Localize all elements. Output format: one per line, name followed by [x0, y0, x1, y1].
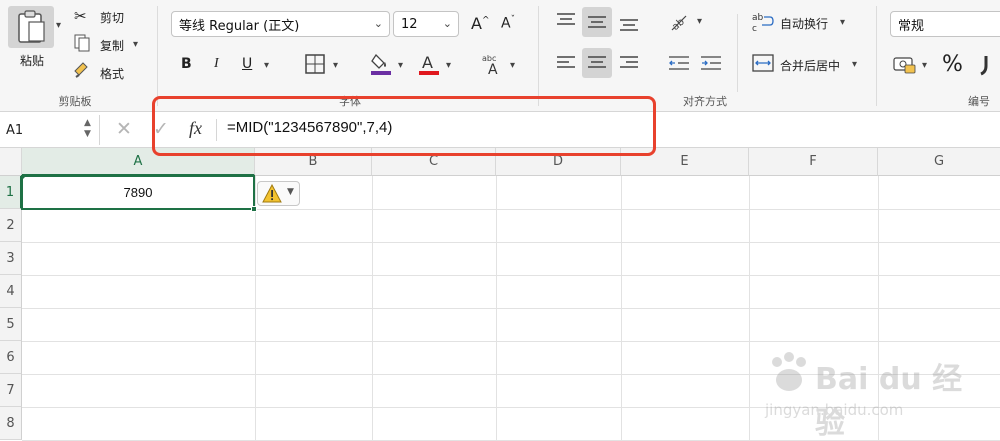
name-box[interactable]: A1 ▲ ▼ — [0, 115, 100, 145]
name-box-stepper-icon[interactable]: ▲ ▼ — [84, 118, 91, 140]
svg-text:A: A — [422, 53, 433, 72]
formula-highlight-box — [152, 96, 656, 156]
format-painter-icon — [74, 62, 88, 78]
number-format-select[interactable]: 常规 — [890, 11, 1000, 37]
align-bottom-icon[interactable] — [619, 16, 639, 32]
merge-dropdown-icon[interactable]: ▾ — [852, 59, 857, 70]
wrap-text-icon: ab c — [752, 13, 774, 32]
row-header-3[interactable]: 3 — [0, 242, 22, 275]
font-name-select[interactable]: 等线 Regular (正文) ⌄ — [171, 11, 390, 37]
borders-dropdown-icon[interactable]: ▾ — [333, 60, 338, 71]
name-box-value: A1 — [6, 123, 24, 138]
cut-button[interactable]: 剪切 — [100, 9, 124, 26]
align-center-button[interactable] — [582, 48, 612, 78]
decrease-font-icon[interactable]: Aˇ — [501, 15, 515, 32]
corner-select-all[interactable] — [0, 148, 22, 176]
scissors-icon: ✂ — [74, 7, 87, 25]
watermark-url: jingyan.baidu.com — [765, 401, 904, 419]
paste-button[interactable] — [8, 6, 54, 48]
align-middle-button[interactable] — [582, 7, 612, 37]
svg-text:c: c — [752, 24, 757, 32]
italic-button[interactable]: I — [214, 56, 219, 72]
warning-icon — [262, 184, 282, 203]
error-check-button[interactable]: ▼ — [257, 181, 300, 206]
wrap-text-button[interactable]: 自动换行 — [780, 15, 828, 32]
paste-dropdown-icon[interactable]: ▾ — [56, 20, 61, 31]
chevron-down-icon: ▼ — [287, 187, 294, 197]
underline-button[interactable]: U — [242, 56, 252, 72]
fill-handle[interactable] — [251, 206, 257, 212]
copy-icon — [74, 34, 90, 52]
number-group-label: 编号 — [968, 95, 990, 108]
number-format-value: 常规 — [898, 18, 925, 34]
row-header-7[interactable]: 7 — [0, 374, 22, 407]
error-indicator-icon — [21, 175, 27, 181]
font-color-dropdown-icon[interactable]: ▾ — [446, 60, 451, 71]
row-header-2[interactable]: 2 — [0, 209, 22, 242]
font-color-icon[interactable]: A — [418, 52, 440, 76]
fill-color-icon[interactable] — [370, 52, 392, 76]
align-middle-icon — [588, 16, 606, 28]
bold-button[interactable]: B — [181, 56, 192, 72]
column-header-g[interactable]: G — [878, 148, 1000, 176]
svg-text:ab: ab — [752, 13, 764, 23]
row-header-5[interactable]: 5 — [0, 308, 22, 341]
cell-a1[interactable]: 7890 — [21, 175, 255, 210]
align-left-icon[interactable] — [556, 55, 576, 71]
orientation-dropdown-icon[interactable]: ▾ — [697, 16, 702, 27]
column-header-f[interactable]: F — [749, 148, 878, 176]
fill-color-dropdown-icon[interactable]: ▾ — [398, 60, 403, 71]
comma-style-icon[interactable] — [978, 52, 998, 76]
row-header-4[interactable]: 4 — [0, 275, 22, 308]
copy-button[interactable]: 复制 — [100, 37, 124, 54]
chevron-down-icon: ⌄ — [373, 17, 383, 30]
wrap-text-dropdown-icon[interactable]: ▾ — [840, 17, 845, 28]
cancel-formula-icon[interactable]: ✕ — [116, 118, 132, 140]
copy-dropdown-icon[interactable]: ▾ — [133, 39, 138, 50]
format-painter-button[interactable]: 格式 — [100, 65, 124, 82]
baidu-watermark: Bai du 经验 jingyan.baidu.com — [760, 346, 990, 441]
alignment-group-label: 对齐方式 — [683, 95, 727, 108]
row-header-8[interactable]: 8 — [0, 407, 22, 440]
phonetic-icon[interactable]: abc A — [482, 52, 506, 76]
merge-center-icon — [752, 54, 774, 72]
percent-button[interactable]: % — [942, 52, 963, 77]
increase-indent-icon[interactable] — [700, 55, 722, 71]
increase-font-icon[interactable]: A^ — [471, 14, 490, 33]
font-name-value: 等线 Regular (正文) — [179, 18, 300, 34]
row-header-1[interactable]: 1 — [0, 176, 22, 209]
paw-logo-icon — [772, 352, 806, 391]
chevron-down-icon: ⌄ — [442, 17, 452, 30]
decrease-indent-icon[interactable] — [668, 55, 690, 71]
text-orientation-icon[interactable]: ab — [668, 10, 690, 32]
align-center-icon — [588, 56, 606, 68]
clipboard-group-label: 剪贴板 — [58, 95, 92, 108]
font-size-select[interactable]: 12 ⌄ — [393, 11, 459, 37]
align-top-icon[interactable] — [556, 12, 576, 28]
svg-text:A: A — [488, 62, 498, 76]
row-header-6[interactable]: 6 — [0, 341, 22, 374]
borders-icon[interactable] — [305, 54, 325, 74]
currency-dropdown-icon[interactable]: ▾ — [922, 60, 927, 71]
watermark-brand: Bai du 经验 — [815, 362, 963, 441]
underline-dropdown-icon[interactable]: ▾ — [264, 60, 269, 71]
merge-center-button[interactable]: 合并后居中 — [780, 57, 840, 74]
clipboard-icon — [18, 10, 45, 43]
font-size-value: 12 — [401, 16, 418, 32]
currency-icon[interactable] — [893, 55, 917, 75]
paste-label: 粘贴 — [20, 54, 45, 68]
align-right-icon[interactable] — [619, 55, 639, 71]
phonetic-dropdown-icon[interactable]: ▾ — [510, 60, 515, 71]
cell-a1-value: 7890 — [123, 185, 153, 200]
